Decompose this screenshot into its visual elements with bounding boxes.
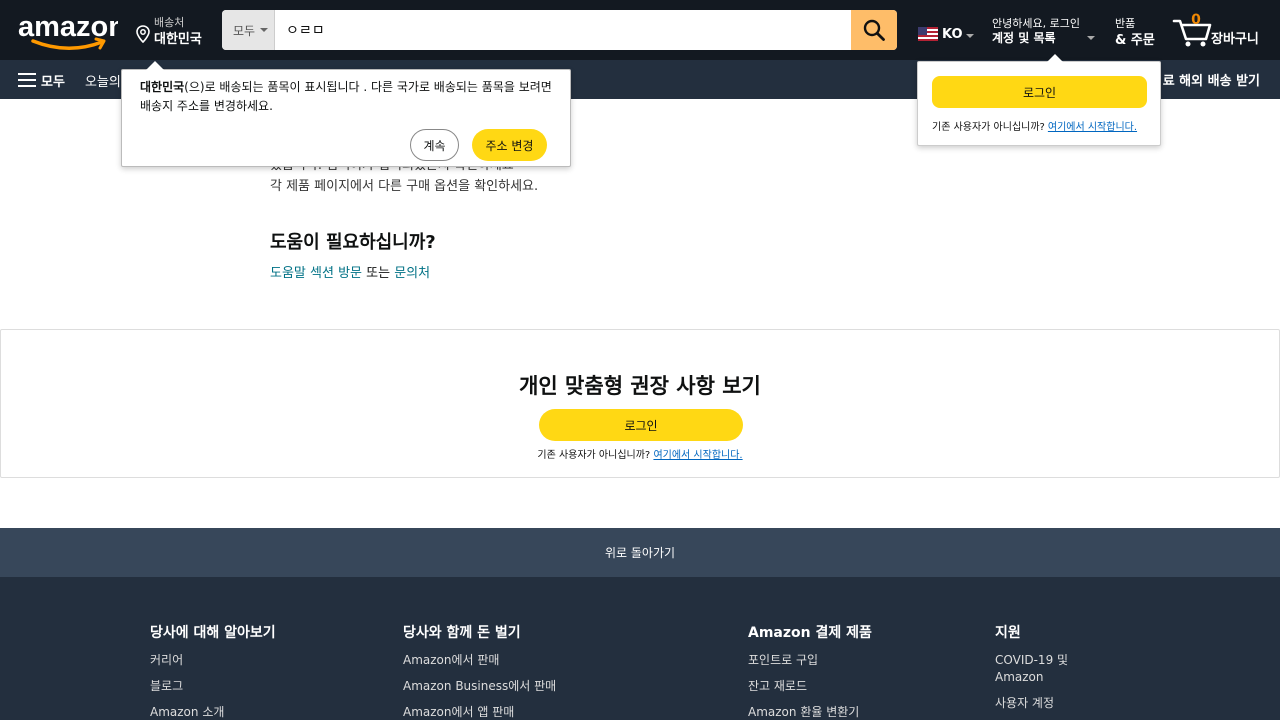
location-country: 대한민국: [140, 80, 185, 94]
footer-link[interactable]: 블로그: [150, 678, 276, 695]
signin-popover: 로그인 기존 사용자가 아니십니까? 여기에서 시작합니다.: [917, 54, 1161, 146]
cart-count: 0: [1191, 12, 1201, 28]
signin-button[interactable]: 로그인: [932, 76, 1147, 108]
caret-down-icon: [260, 28, 269, 32]
cart-label: 장바구니: [1211, 32, 1259, 47]
help-line: 도움말 섹션 방문 또는 문의처: [270, 262, 430, 281]
footer: 당사에 대해 알아보기 커리어 블로그 Amazon 소개 당사와 함께 돈 벌…: [0, 577, 1280, 720]
footer-heading: 당사에 대해 알아보기: [150, 625, 276, 641]
footer-column-support: 지원 COVID-19 및 Amazon 사용자 계정: [995, 622, 1105, 720]
footer-link[interactable]: Amazon 환율 변환기: [748, 704, 872, 720]
all-menu-button[interactable]: 모두: [18, 69, 65, 91]
logo-text: amazon: [18, 12, 118, 43]
caret-down-icon: [1087, 36, 1095, 40]
recommendations-title: 개인 맞춤형 권장 사항 보기: [519, 374, 761, 398]
location-message: 대한민국(으)로 배송되는 품목이 표시됩니다 . 다른 국가로 배송되는 품목…: [140, 78, 560, 116]
new-customer-line: 기존 사용자가 아니십니까? 여기에서 시작합니다.: [932, 118, 1137, 133]
all-menu-label: 모두: [41, 74, 65, 90]
amazon-logo[interactable]: amazon: [18, 11, 126, 52]
language-selector[interactable]: KO: [918, 24, 974, 44]
search-input[interactable]: [276, 10, 851, 50]
footer-heading: 당사와 함께 돈 벌기: [403, 625, 521, 641]
free-shipping-promo-link[interactable]: 료 해외 배송 받기: [1163, 70, 1260, 89]
account-and-lists[interactable]: 안녕하세요, 로그인 계정 및 목록: [992, 14, 1098, 48]
footer-link[interactable]: 포인트로 구입: [748, 652, 872, 669]
footer-link[interactable]: Amazon Business에서 판매: [403, 678, 556, 695]
us-flag-icon: [918, 27, 938, 41]
new-customer-line: 기존 사용자가 아니십니까? 여기에서 시작합니다.: [1, 446, 1279, 461]
cart-button[interactable]: 0 장바구니: [1172, 12, 1267, 50]
location-popover: 대한민국(으)로 배송되는 품목이 표시됩니다 . 다른 국가로 배송되는 품목…: [121, 61, 571, 167]
hamburger-icon: [18, 73, 36, 87]
footer-link[interactable]: COVID-19 및 Amazon: [995, 652, 1105, 686]
location-message-text: (으)로 배송되는 품목이 표시됩니다 . 다른 국가로 배송되는 품목을 보려…: [140, 80, 552, 113]
new-customer-text: 기존 사용자가 아니십니까?: [537, 450, 651, 461]
footer-column-about: 당사에 대해 알아보기 커리어 블로그 Amazon 소개: [150, 622, 276, 720]
footer-column-payment: Amazon 결제 제품 포인트로 구입 잔고 재로드 Amazon 환율 변환…: [748, 622, 872, 720]
help-section-link[interactable]: 도움말 섹션 방문: [270, 266, 362, 281]
back-to-top-button[interactable]: 위로 돌아가기: [0, 528, 1280, 577]
deliver-country: 대한민국: [154, 32, 202, 47]
footer-link[interactable]: Amazon 소개: [150, 704, 276, 720]
account-lists-label: 계정 및 목록: [992, 31, 1056, 45]
popover-arrow: [146, 61, 164, 70]
other-options-text: 각 제품 페이지에서 다른 구매 옵션을 확인하세요.: [270, 179, 539, 194]
start-here-link[interactable]: 여기에서 시작합니다.: [653, 450, 742, 461]
change-address-button[interactable]: 주소 변경: [472, 129, 547, 161]
start-here-link[interactable]: 여기에서 시작합니다.: [1048, 122, 1137, 133]
recommendations-signin-button[interactable]: 로그인: [539, 409, 743, 441]
help-or-text: 또는: [362, 266, 395, 281]
footer-link[interactable]: 커리어: [150, 652, 276, 669]
language-code: KO: [942, 26, 963, 42]
footer-column-earn: 당사와 함께 돈 벌기 Amazon에서 판매 Amazon Business에…: [403, 622, 556, 720]
footer-link[interactable]: 잔고 재로드: [748, 678, 872, 695]
orders-label: & 주문: [1115, 33, 1155, 48]
search-department-select[interactable]: 모두: [222, 10, 275, 50]
footer-heading: 지원: [995, 625, 1021, 641]
continue-button[interactable]: 계속: [410, 129, 459, 161]
location-pin-icon: [136, 25, 150, 43]
top-nav: amazon 배송처 대한민국 모두 KO 안녕하세요, 로그인: [0, 0, 1280, 60]
footer-link[interactable]: 사용자 계정: [995, 695, 1105, 712]
contact-link[interactable]: 문의처: [394, 266, 430, 281]
search-button[interactable]: [851, 10, 897, 50]
popover-arrow: [1047, 54, 1063, 62]
search-icon: [863, 19, 885, 41]
help-heading: 도움이 필요하십니까?: [270, 232, 436, 253]
footer-heading: Amazon 결제 제품: [748, 625, 872, 641]
personalized-recommendations: 개인 맞춤형 권장 사항 보기 로그인 기존 사용자가 아니십니까? 여기에서 …: [0, 329, 1280, 478]
department-label: 모두: [233, 23, 256, 38]
footer-link[interactable]: Amazon에서 판매: [403, 652, 556, 669]
new-customer-text: 기존 사용자가 아니십니까?: [932, 122, 1045, 133]
footer-link[interactable]: Amazon에서 앱 판매: [403, 704, 556, 720]
search-bar: 모두: [222, 10, 897, 50]
today-deals-link[interactable]: 오늘의: [85, 71, 121, 90]
caret-down-icon: [965, 34, 974, 38]
